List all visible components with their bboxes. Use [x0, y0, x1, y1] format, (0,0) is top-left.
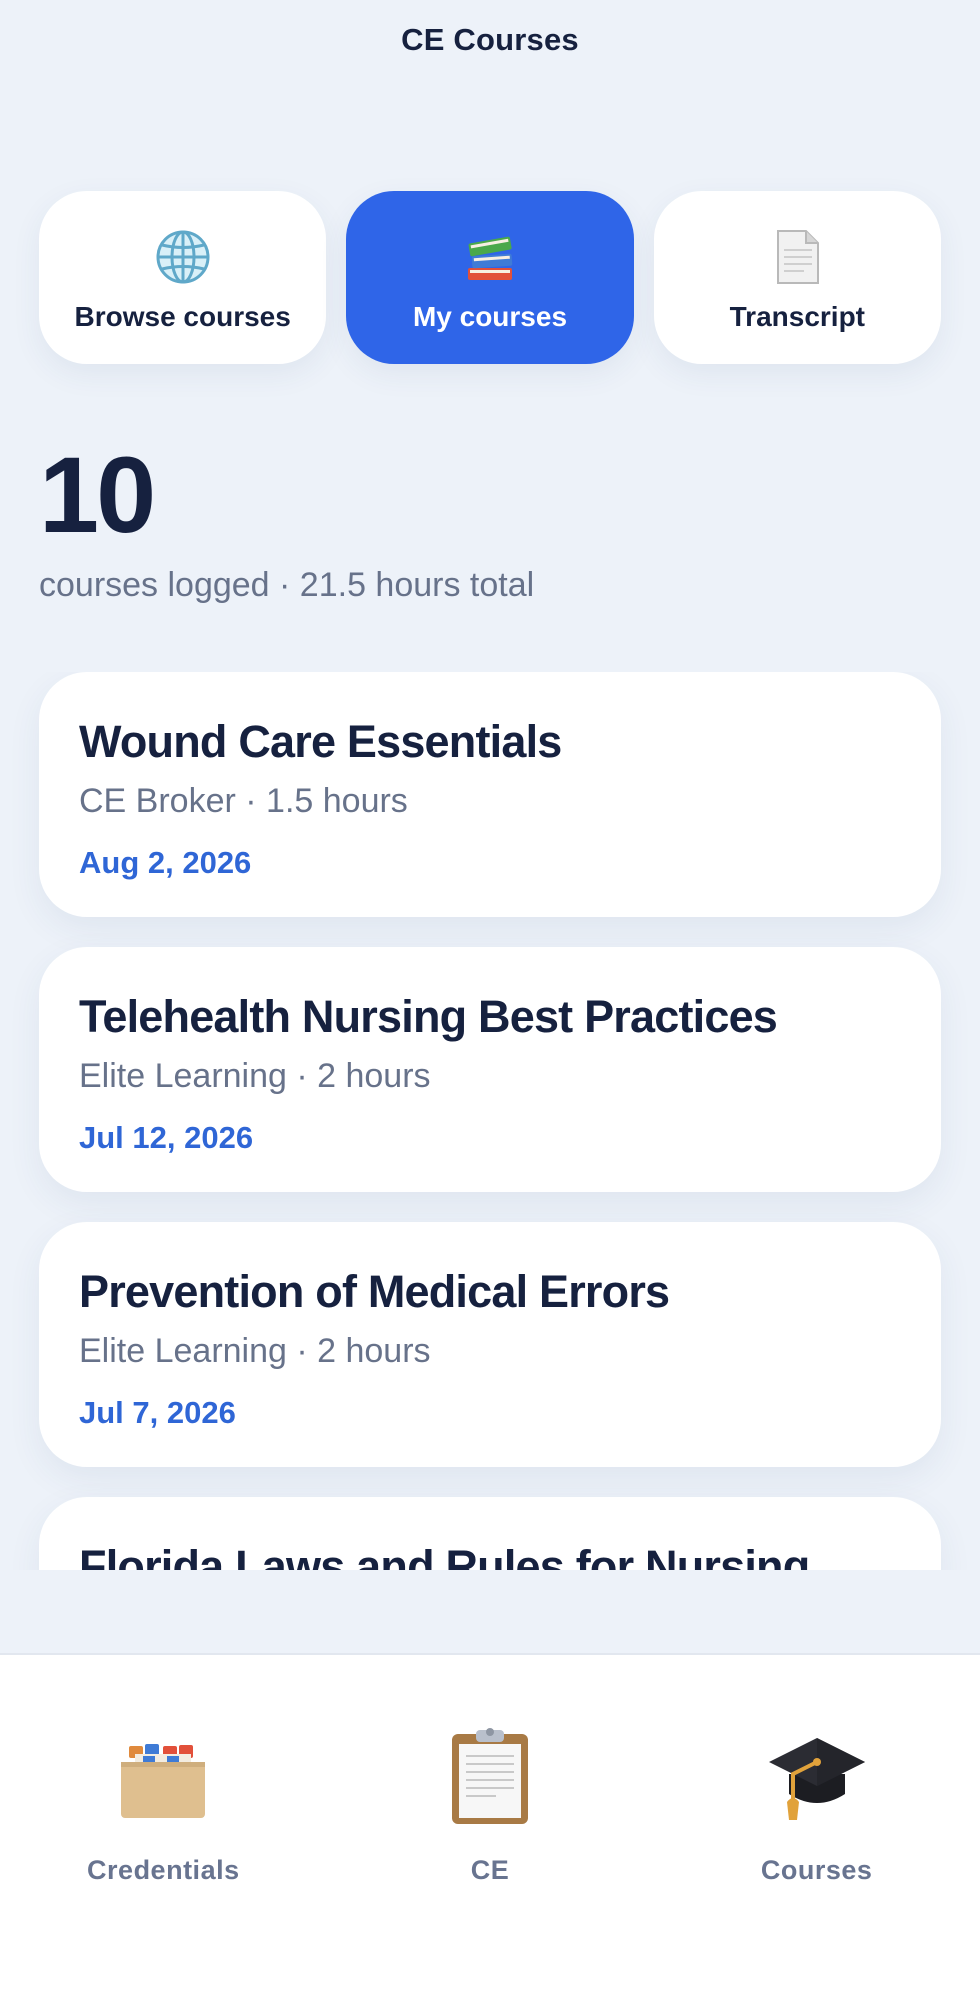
- globe-icon: [153, 227, 213, 287]
- tab-ce-label: CE: [470, 1855, 510, 1885]
- tab-bar: Credentials CE Courses: [0, 1653, 980, 1999]
- page-title: CE Courses: [401, 22, 579, 57]
- ce-courses-screen: CE Courses Browse courses My courses Tra…: [0, 0, 980, 1999]
- course-card[interactable]: Florida Laws and Rules for Nursing: [39, 1497, 941, 1570]
- browse-courses-button[interactable]: Browse courses: [39, 191, 327, 364]
- clipboard-icon: [435, 1721, 545, 1831]
- course-meta: CE Broker · 1.5 hours: [79, 782, 408, 820]
- course-title: Prevention of Medical Errors: [79, 1266, 670, 1317]
- navigation-bar: CE Courses: [0, 0, 980, 150]
- courses-count: 10: [39, 434, 156, 555]
- graduation-cap-icon: [762, 1721, 872, 1831]
- course-title: Telehealth Nursing Best Practices: [79, 991, 778, 1042]
- tab-credentials[interactable]: Credentials: [0, 1655, 327, 1999]
- my-courses-button[interactable]: My courses: [346, 191, 634, 364]
- document-icon: [767, 227, 827, 287]
- course-stats: 10 courses logged · 21.5 hours total: [39, 440, 534, 605]
- course-date: Jul 7, 2026: [79, 1395, 236, 1430]
- course-meta: Elite Learning · 2 hours: [79, 1057, 431, 1095]
- course-card[interactable]: Wound Care Essentials CE Broker · 1.5 ho…: [39, 672, 941, 917]
- course-list[interactable]: Wound Care Essentials CE Broker · 1.5 ho…: [0, 672, 980, 1570]
- tab-courses-label: Courses: [760, 1855, 873, 1885]
- tab-ce[interactable]: CE: [327, 1655, 654, 1999]
- browse-courses-label: Browse courses: [74, 300, 291, 332]
- books-icon: [460, 227, 520, 287]
- course-title: Wound Care Essentials: [79, 716, 562, 767]
- course-title: Florida Laws and Rules for Nursing: [79, 1541, 810, 1570]
- card-file-box-icon: [108, 1721, 218, 1831]
- tab-courses[interactable]: Courses: [653, 1655, 980, 1999]
- course-card[interactable]: Prevention of Medical Errors Elite Learn…: [39, 1222, 941, 1467]
- course-date: Jul 12, 2026: [79, 1120, 254, 1155]
- transcript-button[interactable]: Transcript: [653, 191, 941, 364]
- my-courses-label: My courses: [412, 300, 568, 332]
- transcript-label: Transcript: [729, 300, 866, 332]
- course-meta: Elite Learning · 2 hours: [79, 1332, 431, 1370]
- course-date: Aug 2, 2026: [79, 845, 252, 880]
- tab-credentials-label: Credentials: [87, 1855, 240, 1885]
- course-card[interactable]: Telehealth Nursing Best Practices Elite …: [39, 947, 941, 1192]
- courses-summary: courses logged · 21.5 hours total: [39, 566, 535, 604]
- segmented-control: Browse courses My courses Transcript: [39, 191, 941, 364]
